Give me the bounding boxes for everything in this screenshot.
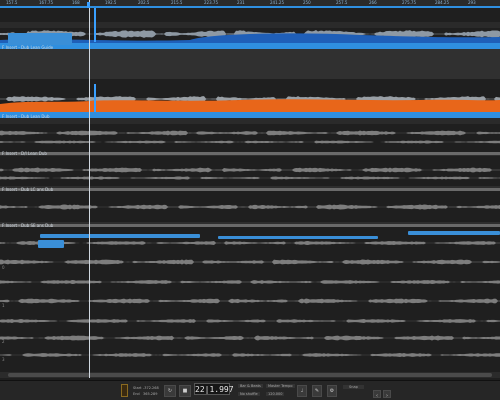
audio-editor-window: F Insert - Dub Lean Guide F Insert - Dub … [0, 0, 500, 400]
ruler-tick-label: 202.5 [138, 0, 150, 5]
waveform-lane [0, 130, 500, 136]
forward-icon[interactable]: › [383, 390, 391, 399]
ruler-tick-label: 223.75 [204, 0, 218, 5]
audio-clip[interactable] [218, 236, 378, 239]
ruler-tick-label: 231 [237, 0, 245, 5]
waveform-lane [0, 280, 500, 284]
loop-icon[interactable]: ↻ [164, 385, 176, 397]
waveform-lane [0, 176, 500, 180]
track-label: F Insert - Dub Lean Guide [2, 45, 54, 50]
waveform-lane [0, 298, 500, 304]
end-value: 365.289 [143, 392, 158, 396]
waveform-lane [0, 335, 500, 341]
mode-select[interactable]: Snap [343, 385, 364, 389]
waveform-lane [0, 167, 500, 173]
track-header-bar[interactable] [0, 152, 500, 155]
ruler-tick-label: 284.25 [435, 0, 449, 5]
ruler-tick-label: 157.5 [6, 0, 18, 5]
ruler-tick-label: 293 [468, 0, 476, 5]
track-header-bar[interactable] [0, 46, 500, 49]
end-label: End [133, 392, 140, 396]
waveform-lane [0, 140, 500, 144]
waveform-lane [0, 353, 500, 357]
settings-icon[interactable]: ⚙ [327, 385, 337, 397]
audio-clip[interactable] [40, 234, 200, 238]
shuffle-select[interactable]: No shuffle [238, 392, 260, 396]
tempo-label: Master Tempo [266, 384, 295, 388]
track-label: F Insert - Dub Lean Dub [2, 114, 50, 119]
track-label: F Insert - D/I Lean Dub [2, 151, 47, 156]
lane-number: 1 [2, 303, 5, 308]
lane-divider [0, 48, 500, 79]
stop-icon[interactable]: ■ [179, 385, 191, 397]
start-label: Start [133, 386, 142, 390]
audio-clip[interactable] [408, 231, 500, 235]
waveform-lane [0, 259, 500, 265]
ruler-tick-label: 250 [303, 0, 311, 5]
rate-select[interactable]: Bar & Beats [238, 384, 263, 388]
ruler-tick-label: 168 [72, 0, 80, 5]
timecode-display[interactable]: 22|1.997 [194, 383, 234, 395]
ruler-tick-label: 167.75 [39, 0, 53, 5]
ruler-tick-label: 257.5 [336, 0, 348, 5]
timeline-ruler[interactable]: 157.5 167.75 168 192.5 202.5 215.5 223.75 231 24… [0, 0, 500, 8]
ruler-tick-label: 241.25 [270, 0, 284, 5]
start-value: -372.268 [143, 386, 159, 390]
track-header-bar[interactable] [0, 115, 500, 118]
wrench-icon[interactable]: ✎ [312, 385, 322, 397]
ruler-tick-label: 192.5 [105, 0, 117, 5]
back-icon[interactable]: ‹ [373, 390, 381, 399]
audio-clip[interactable] [8, 33, 72, 45]
track-header-bar[interactable] [0, 224, 500, 227]
lane-number: 3 [2, 357, 5, 362]
audio-clip[interactable] [38, 240, 64, 248]
ruler-tick-label: 275.75 [402, 0, 416, 5]
record-icon[interactable] [121, 384, 128, 397]
transport-bar: Start -372.268 End 365.289 ↻ ■ Bar & Bea… [0, 380, 500, 400]
waveform-lane [0, 241, 500, 245]
ruler-tick-label: 215.5 [171, 0, 183, 5]
track-label: F Insert - Dub SE ans Dub [2, 223, 54, 228]
scrollbar-thumb[interactable] [8, 373, 492, 377]
waveform-lane [0, 204, 500, 210]
lane-number: 0 [2, 265, 5, 270]
track-area[interactable]: F Insert - Dub Lean Guide F Insert - Dub … [0, 0, 500, 378]
waveform-fill-orange [0, 99, 500, 112]
lane-bg [0, 22, 500, 28]
lane-number: 2 [2, 339, 5, 344]
waveform-lane [0, 319, 500, 323]
track-label: F Insert - Dub LC ans Dub [2, 187, 54, 192]
tempo-value[interactable]: 120.000 [266, 392, 285, 396]
horizontal-scrollbar[interactable] [0, 372, 500, 378]
metronome-icon[interactable]: ♩ [297, 385, 307, 397]
ruler-tick-label: 266 [369, 0, 377, 5]
track-header-bar[interactable] [0, 188, 500, 191]
